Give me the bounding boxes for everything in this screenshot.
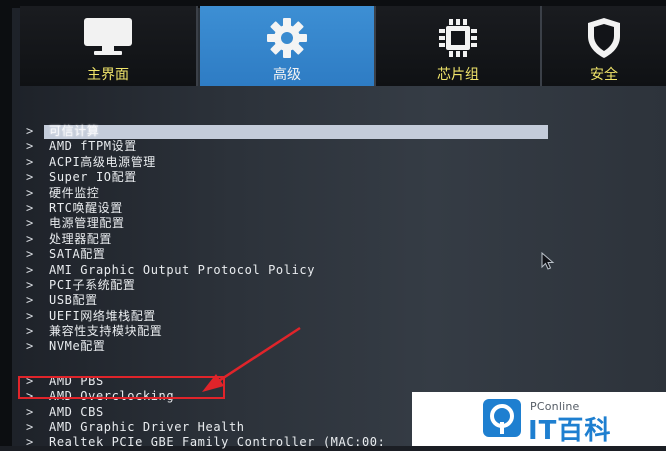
annotation-arrow-icon: [202, 326, 301, 392]
submenu-arrow-icon: >: [26, 324, 34, 339]
menu-item-ami-gop[interactable]: > AMI Graphic Output Protocol Policy: [24, 263, 664, 278]
tab-advanced[interactable]: 高级: [200, 6, 376, 86]
menu-item-trusted-computing[interactable]: > 可信计算: [24, 124, 664, 139]
menu-item-sata-config[interactable]: > SATA配置: [24, 247, 664, 262]
submenu-arrow-icon: >: [26, 339, 34, 354]
tab-security[interactable]: 安全: [542, 6, 666, 86]
gear-icon: [265, 16, 309, 64]
monitor-icon: [80, 16, 136, 60]
submenu-arrow-icon: >: [26, 308, 34, 323]
menu-item-label: 处理器配置: [49, 231, 113, 246]
tab-main[interactable]: 主界面: [20, 6, 198, 86]
submenu-arrow-icon: >: [26, 277, 34, 292]
submenu-arrow-icon: >: [26, 262, 34, 277]
menu-item-amd-ftpm[interactable]: > AMD fTPM设置: [24, 139, 664, 154]
submenu-arrow-icon: >: [26, 185, 34, 200]
menu-item-label: SATA配置: [49, 247, 106, 262]
submenu-arrow-icon: >: [26, 420, 34, 435]
monitor-bezel-left: [0, 0, 12, 446]
menu-item-label: AMI Graphic Output Protocol Policy: [49, 262, 316, 277]
menu-item-label: AMD fTPM设置: [49, 139, 137, 154]
submenu-arrow-icon: >: [26, 435, 34, 450]
chip-icon: [436, 16, 480, 64]
shield-icon: [584, 16, 624, 64]
watermark-title: IT百科: [528, 416, 612, 446]
menu-item-acpi[interactable]: > ACPI高级电源管理: [24, 155, 664, 170]
tab-advanced-label: 高级: [273, 67, 301, 83]
menu-item-label: AMD CBS: [49, 404, 104, 419]
submenu-arrow-icon: >: [26, 293, 34, 308]
menu-item-rtc-wake[interactable]: > RTC唤醒设置: [24, 201, 664, 216]
menu-gap: [24, 355, 664, 374]
menu-item-label: RTC唤醒设置: [49, 200, 123, 215]
menu-item-usb-config[interactable]: > USB配置: [24, 293, 664, 308]
menu-item-label: 硬件监控: [49, 185, 100, 200]
submenu-arrow-icon: >: [26, 170, 34, 185]
menu-item-label: AMD Graphic Driver Health: [49, 420, 245, 435]
menu-item-super-io[interactable]: > Super IO配置: [24, 170, 664, 185]
submenu-arrow-icon: >: [26, 124, 34, 138]
pconline-logo-icon: [483, 399, 521, 437]
submenu-arrow-icon: >: [26, 200, 34, 215]
menu-item-csm[interactable]: > 兼容性支持模块配置: [24, 324, 664, 339]
menu-item-label: 可信计算: [49, 124, 100, 138]
selection-highlight: [44, 125, 548, 139]
menu-item-label: UEFI网络堆栈配置: [49, 308, 156, 323]
menu-item-uefi-network[interactable]: > UEFI网络堆栈配置: [24, 309, 664, 324]
menu-item-pci-subsystem[interactable]: > PCI子系统配置: [24, 278, 664, 293]
menu-item-cpu-config[interactable]: > 处理器配置: [24, 232, 664, 247]
menu-item-label: Realtek PCIe GBE Family Controller (MAC:…: [49, 435, 386, 450]
watermark-logo: PConline IT百科: [412, 392, 666, 446]
submenu-arrow-icon: >: [26, 231, 34, 246]
tab-main-label: 主界面: [87, 67, 129, 83]
submenu-arrow-icon: >: [26, 139, 34, 154]
tab-chipset-label: 芯片组: [437, 67, 479, 83]
menu-item-label: 电源管理配置: [49, 216, 125, 231]
tab-chipset[interactable]: 芯片组: [376, 6, 542, 86]
submenu-arrow-icon: >: [26, 404, 34, 419]
menu-item-label: ACPI高级电源管理: [49, 154, 156, 169]
menu-item-label: USB配置: [49, 293, 98, 308]
menu-item-label: PCI子系统配置: [49, 277, 136, 292]
submenu-arrow-icon: >: [26, 154, 34, 169]
menu-item-label: 兼容性支持模块配置: [49, 324, 163, 339]
submenu-arrow-icon: >: [26, 247, 34, 262]
menu-item-label: NVMe配置: [49, 339, 106, 354]
tab-security-label: 安全: [590, 67, 618, 83]
menu-item-hardware-monitor[interactable]: > 硬件监控: [24, 186, 664, 201]
mouse-cursor-icon: [541, 252, 555, 270]
submenu-arrow-icon: >: [26, 216, 34, 231]
tab-bar: 主界面 高级 芯片组 安全: [20, 6, 666, 86]
menu-item-power-management[interactable]: > 电源管理配置: [24, 216, 664, 231]
menu-item-label: Super IO配置: [49, 170, 137, 185]
menu-item-nvme[interactable]: > NVMe配置: [24, 339, 664, 354]
